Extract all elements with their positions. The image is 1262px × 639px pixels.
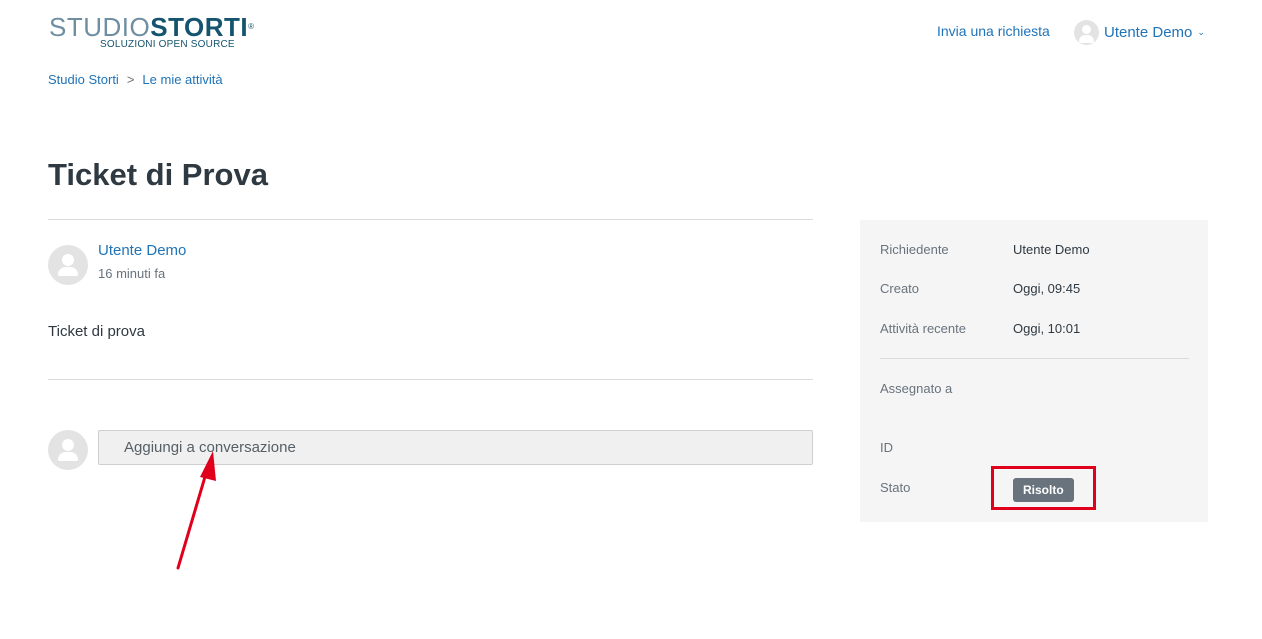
user-avatar-icon <box>1074 20 1099 45</box>
user-menu[interactable]: Utente Demo ⌄ <box>1074 20 1205 45</box>
breadcrumb-separator: > <box>126 72 135 87</box>
assignee-label: Assegnato a <box>880 381 953 396</box>
ticket-details-sidebar: Richiedente Utente Demo Creato Oggi, 09:… <box>860 220 1208 522</box>
divider <box>48 219 813 220</box>
id-row: ID <box>880 440 893 455</box>
created-value: Oggi, 09:45 <box>1013 281 1081 296</box>
comment-body: Ticket di prova <box>48 323 145 340</box>
breadcrumb: Studio Storti > Le mie attività <box>48 72 223 87</box>
comment-timestamp: 16 minuti fa <box>98 266 166 281</box>
created-row: Creato Oggi, 09:45 <box>880 281 1080 296</box>
sidebar-divider <box>880 358 1189 359</box>
comment-author-avatar-icon <box>48 245 88 285</box>
reply-avatar-icon <box>48 430 88 470</box>
logo-registered-mark: ® <box>248 22 255 31</box>
requester-row: Richiedente Utente Demo <box>880 242 1090 257</box>
logo-tagline: SOLUZIONI OPEN SOURCE <box>100 39 235 50</box>
status-badge: Risolto <box>1013 478 1074 502</box>
page-title: Ticket di Prova <box>48 157 268 192</box>
breadcrumb-item-studio-storti[interactable]: Studio Storti <box>48 72 119 87</box>
logo-word-storti: STORTI <box>150 12 249 42</box>
submit-request-link[interactable]: Invia una richiesta <box>937 23 1050 39</box>
assignee-row: Assegnato a <box>880 381 952 396</box>
recent-activity-value: Oggi, 10:01 <box>1013 321 1081 336</box>
created-label: Creato <box>880 281 920 296</box>
logo-wordmark: STUDIOSTORTI® <box>49 14 255 40</box>
divider <box>48 379 813 380</box>
id-label: ID <box>880 440 893 455</box>
chevron-down-icon: ⌄ <box>1197 27 1205 37</box>
user-menu-name: Utente Demo <box>1104 24 1193 41</box>
logo-word-studio: STUDIO <box>49 12 151 42</box>
add-to-conversation-input[interactable]: Aggiungi a conversazione <box>98 430 813 465</box>
status-row: Stato <box>880 480 910 495</box>
status-label: Stato <box>880 480 911 495</box>
recent-activity-row: Attività recente Oggi, 10:01 <box>880 321 1080 336</box>
requester-value: Utente Demo <box>1013 242 1090 257</box>
recent-activity-label: Attività recente <box>880 321 966 336</box>
comment-author-link[interactable]: Utente Demo <box>98 242 186 259</box>
requester-label: Richiedente <box>880 242 949 257</box>
breadcrumb-item-le-mie-attivita[interactable]: Le mie attività <box>142 72 222 87</box>
studio-storti-logo[interactable]: STUDIOSTORTI® SOLUZIONI OPEN SOURCE <box>48 14 254 54</box>
